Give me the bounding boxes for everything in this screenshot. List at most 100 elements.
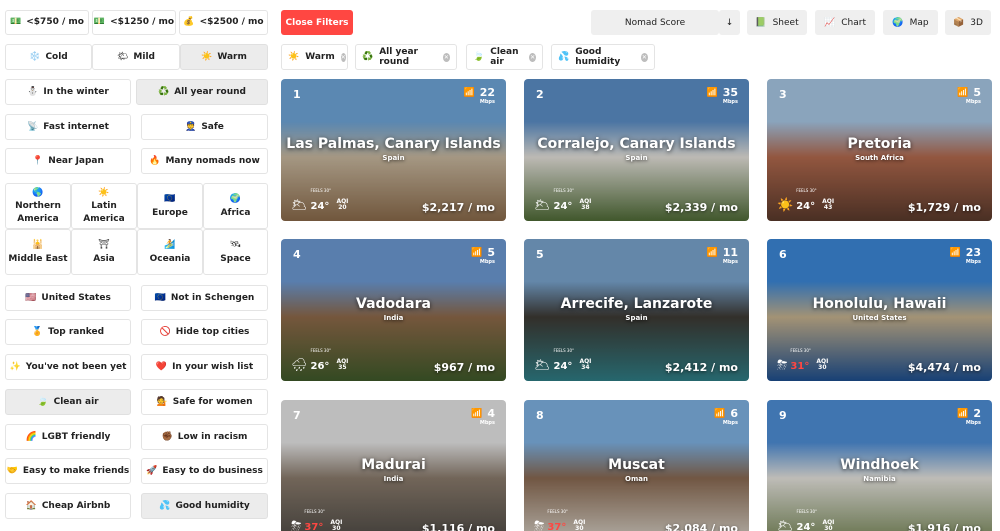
filter-label: All year round xyxy=(174,86,246,97)
active-filter-warm[interactable]: ☀️ Warm ✕ xyxy=(281,44,348,70)
wifi-icon: 📶 xyxy=(957,408,969,419)
city-card[interactable]: 3 📶 5 Mbps Pretoria South Africa ☀️ FEELS… xyxy=(767,79,992,221)
city-rank: 6 xyxy=(779,248,787,261)
map-button[interactable]: 🌍 Map xyxy=(883,10,938,35)
filter-label: Latin America xyxy=(83,201,125,224)
active-filter-clean-air[interactable]: 🍃 Clean air ✕ xyxy=(466,44,543,70)
filter-fast-internet[interactable]: 📡 Fast internet xyxy=(5,114,131,140)
torii-icon: ⛩ xyxy=(98,240,110,251)
3d-button[interactable]: 📦 3D xyxy=(945,10,991,35)
filter-not-been-yet[interactable]: ✨ You've not been yet xyxy=(5,354,131,380)
filter-region-middle-east[interactable]: 🕌 Middle East xyxy=(5,229,71,275)
remove-filter-icon[interactable]: ✕ xyxy=(529,52,536,62)
sort-direction-button[interactable]: ↓ xyxy=(719,10,740,35)
filter-region-africa[interactable]: 🌍 Africa xyxy=(203,183,268,229)
recycle-icon: ♻️ xyxy=(158,86,170,97)
city-rank: 5 xyxy=(536,248,544,261)
chart-icon: 📈 xyxy=(824,17,836,28)
city-card[interactable]: 9 📶 2 Mbps Windhoek Namibia 🌥 FEELS 30° 24… xyxy=(767,400,992,531)
filter-cheap-airbnb[interactable]: 🏠 Cheap Airbnb xyxy=(5,493,131,519)
filter-in-the-winter[interactable]: ⛄ In the winter xyxy=(5,79,131,105)
speed-unit: Mbps xyxy=(722,420,738,426)
aqi-value: 30 xyxy=(332,525,341,531)
us-flag-icon: 🇺🇸 xyxy=(25,292,37,303)
storm-cloud-icon: ⛈ xyxy=(534,519,545,531)
filter-label: Easy to make friends xyxy=(22,465,130,476)
satellite-icon: 📡 xyxy=(27,121,39,132)
filter-not-in-schengen[interactable]: 🇪🇺 Not in Schengen xyxy=(141,285,268,311)
remove-filter-icon[interactable]: ✕ xyxy=(340,52,346,62)
filter-hide-top-cities[interactable]: 🚫 Hide top cities xyxy=(141,319,268,345)
filter-label: Safe for women xyxy=(172,396,253,407)
snowflake-icon: ❄️ xyxy=(29,51,41,62)
filter-label: Many nomads now xyxy=(165,155,260,166)
aqi-value: 30 xyxy=(575,525,584,531)
filter-good-humidity[interactable]: 💦 Good humidity xyxy=(141,493,268,519)
recycle-icon: ♻️ xyxy=(362,52,374,62)
remove-filter-icon[interactable]: ✕ xyxy=(640,52,648,62)
filter-region-europe[interactable]: 🇪🇺 Europe xyxy=(137,183,203,229)
filter-wish-list[interactable]: ❤️ In your wish list xyxy=(141,354,268,380)
filter-label: Fast internet xyxy=(43,121,109,132)
aqi-value: 35 xyxy=(338,364,347,372)
filter-all-year-round[interactable]: ♻️ All year round xyxy=(136,79,268,105)
filter-united-states[interactable]: 🇺🇸 United States xyxy=(5,285,131,311)
filter-easy-friends[interactable]: 🤝 Easy to make friends xyxy=(5,458,131,484)
filter-label: Mild xyxy=(133,51,155,62)
weather-info: 🌥 FEELS 30° 24° AQI 38 xyxy=(534,188,591,213)
no-entry-icon: 🚫 xyxy=(159,326,171,337)
filter-warm[interactable]: ☀️ Warm xyxy=(180,44,268,70)
filter-safe-for-women[interactable]: 💁 Safe for women xyxy=(141,389,268,415)
filter-region-oceania[interactable]: 🏄 Oceania xyxy=(137,229,203,275)
sheet-label: Sheet xyxy=(772,17,799,28)
filter-budget-2500[interactable]: 💰 <$2500 / mo xyxy=(179,10,268,35)
fire-icon: 🔥 xyxy=(149,155,161,166)
speed-unit: Mbps xyxy=(479,420,495,426)
close-filters-button[interactable]: Close Filters xyxy=(281,10,353,35)
active-filter-all-year-round[interactable]: ♻️ All year round ✕ xyxy=(355,44,457,70)
filter-budget-1250[interactable]: 💵 <$1250 / mo xyxy=(92,10,176,35)
filter-region-latin-america[interactable]: ☀️ Latin America xyxy=(71,183,137,229)
filter-region-northern-america[interactable]: 🌎 Northern America xyxy=(5,183,71,229)
city-card[interactable]: 6 📶 23 Mbps Honolulu, Hawaii United State… xyxy=(767,239,992,381)
city-name: Arrecife, Lanzarote xyxy=(560,296,713,312)
money-bag-icon: 💰 xyxy=(183,17,195,28)
sort-select[interactable]: Nomad Score xyxy=(591,10,719,35)
remove-filter-icon[interactable]: ✕ xyxy=(442,52,450,62)
filter-safe[interactable]: 👮 Safe xyxy=(141,114,268,140)
speed-unit: Mbps xyxy=(965,99,981,105)
city-card[interactable]: 1 📶 22 Mbps Las Palmas, Canary Islands Sp… xyxy=(281,79,506,221)
wifi-icon: 📶 xyxy=(714,408,726,419)
speed-value: 2 xyxy=(973,407,981,420)
chart-label: Chart xyxy=(841,17,866,28)
filter-cold[interactable]: ❄️ Cold xyxy=(5,44,92,70)
satellite-icon: 🛰 xyxy=(229,240,242,251)
filter-low-in-racism[interactable]: ✊🏾 Low in racism xyxy=(141,424,268,450)
filter-top-ranked[interactable]: 🏅 Top ranked xyxy=(5,319,131,345)
weather-info: 🌥 FEELS 30° 24° AQI 34 xyxy=(534,348,591,373)
city-name: Pretoria xyxy=(847,136,912,152)
feels-like-label: FEELS 30° xyxy=(310,348,331,353)
city-card[interactable]: 5 📶 11 Mbps Arrecife, Lanzarote Spain 🌥 F… xyxy=(524,239,749,381)
filter-clean-air[interactable]: 🍃 Clean air xyxy=(5,389,131,415)
city-card[interactable]: 4 📶 5 Mbps Vadodara India 🌧 FEELS 30° 26° … xyxy=(281,239,506,381)
filter-lgbt-friendly[interactable]: 🌈 LGBT friendly xyxy=(5,424,131,450)
active-filter-good-humidity[interactable]: 💦 Good humidity ✕ xyxy=(551,44,655,70)
chart-button[interactable]: 📈 Chart xyxy=(815,10,875,35)
filter-easy-business[interactable]: 🚀 Easy to do business xyxy=(141,458,268,484)
internet-speed: 📶 5 Mbps xyxy=(471,246,495,265)
city-country: United States xyxy=(852,314,907,322)
filter-near-japan[interactable]: 📍 Near Japan xyxy=(5,148,131,174)
filter-many-nomads-now[interactable]: 🔥 Many nomads now xyxy=(141,148,268,174)
city-card[interactable]: 2 📶 35 Mbps Corralejo, Canary Islands Spa… xyxy=(524,79,749,221)
filter-region-space[interactable]: 🛰 Space xyxy=(203,229,268,275)
cost-per-month: $1,729 / mo xyxy=(907,201,981,214)
filter-region-asia[interactable]: ⛩ Asia xyxy=(71,229,137,275)
sheet-button[interactable]: 📗 Sheet xyxy=(747,10,807,35)
filter-budget-750[interactable]: 💵 <$750 / mo xyxy=(5,10,89,35)
speed-unit: Mbps xyxy=(479,259,495,265)
filter-mild[interactable]: 🌤 Mild xyxy=(92,44,180,70)
city-card[interactable]: 8 📶 6 Mbps Muscat Oman ⛈ FEELS 30° 37° AQI… xyxy=(524,400,749,531)
temperature: 37° xyxy=(304,522,324,531)
city-card[interactable]: 7 📶 4 Mbps Madurai India ⛈ FEELS 30° 37° A… xyxy=(281,400,506,531)
